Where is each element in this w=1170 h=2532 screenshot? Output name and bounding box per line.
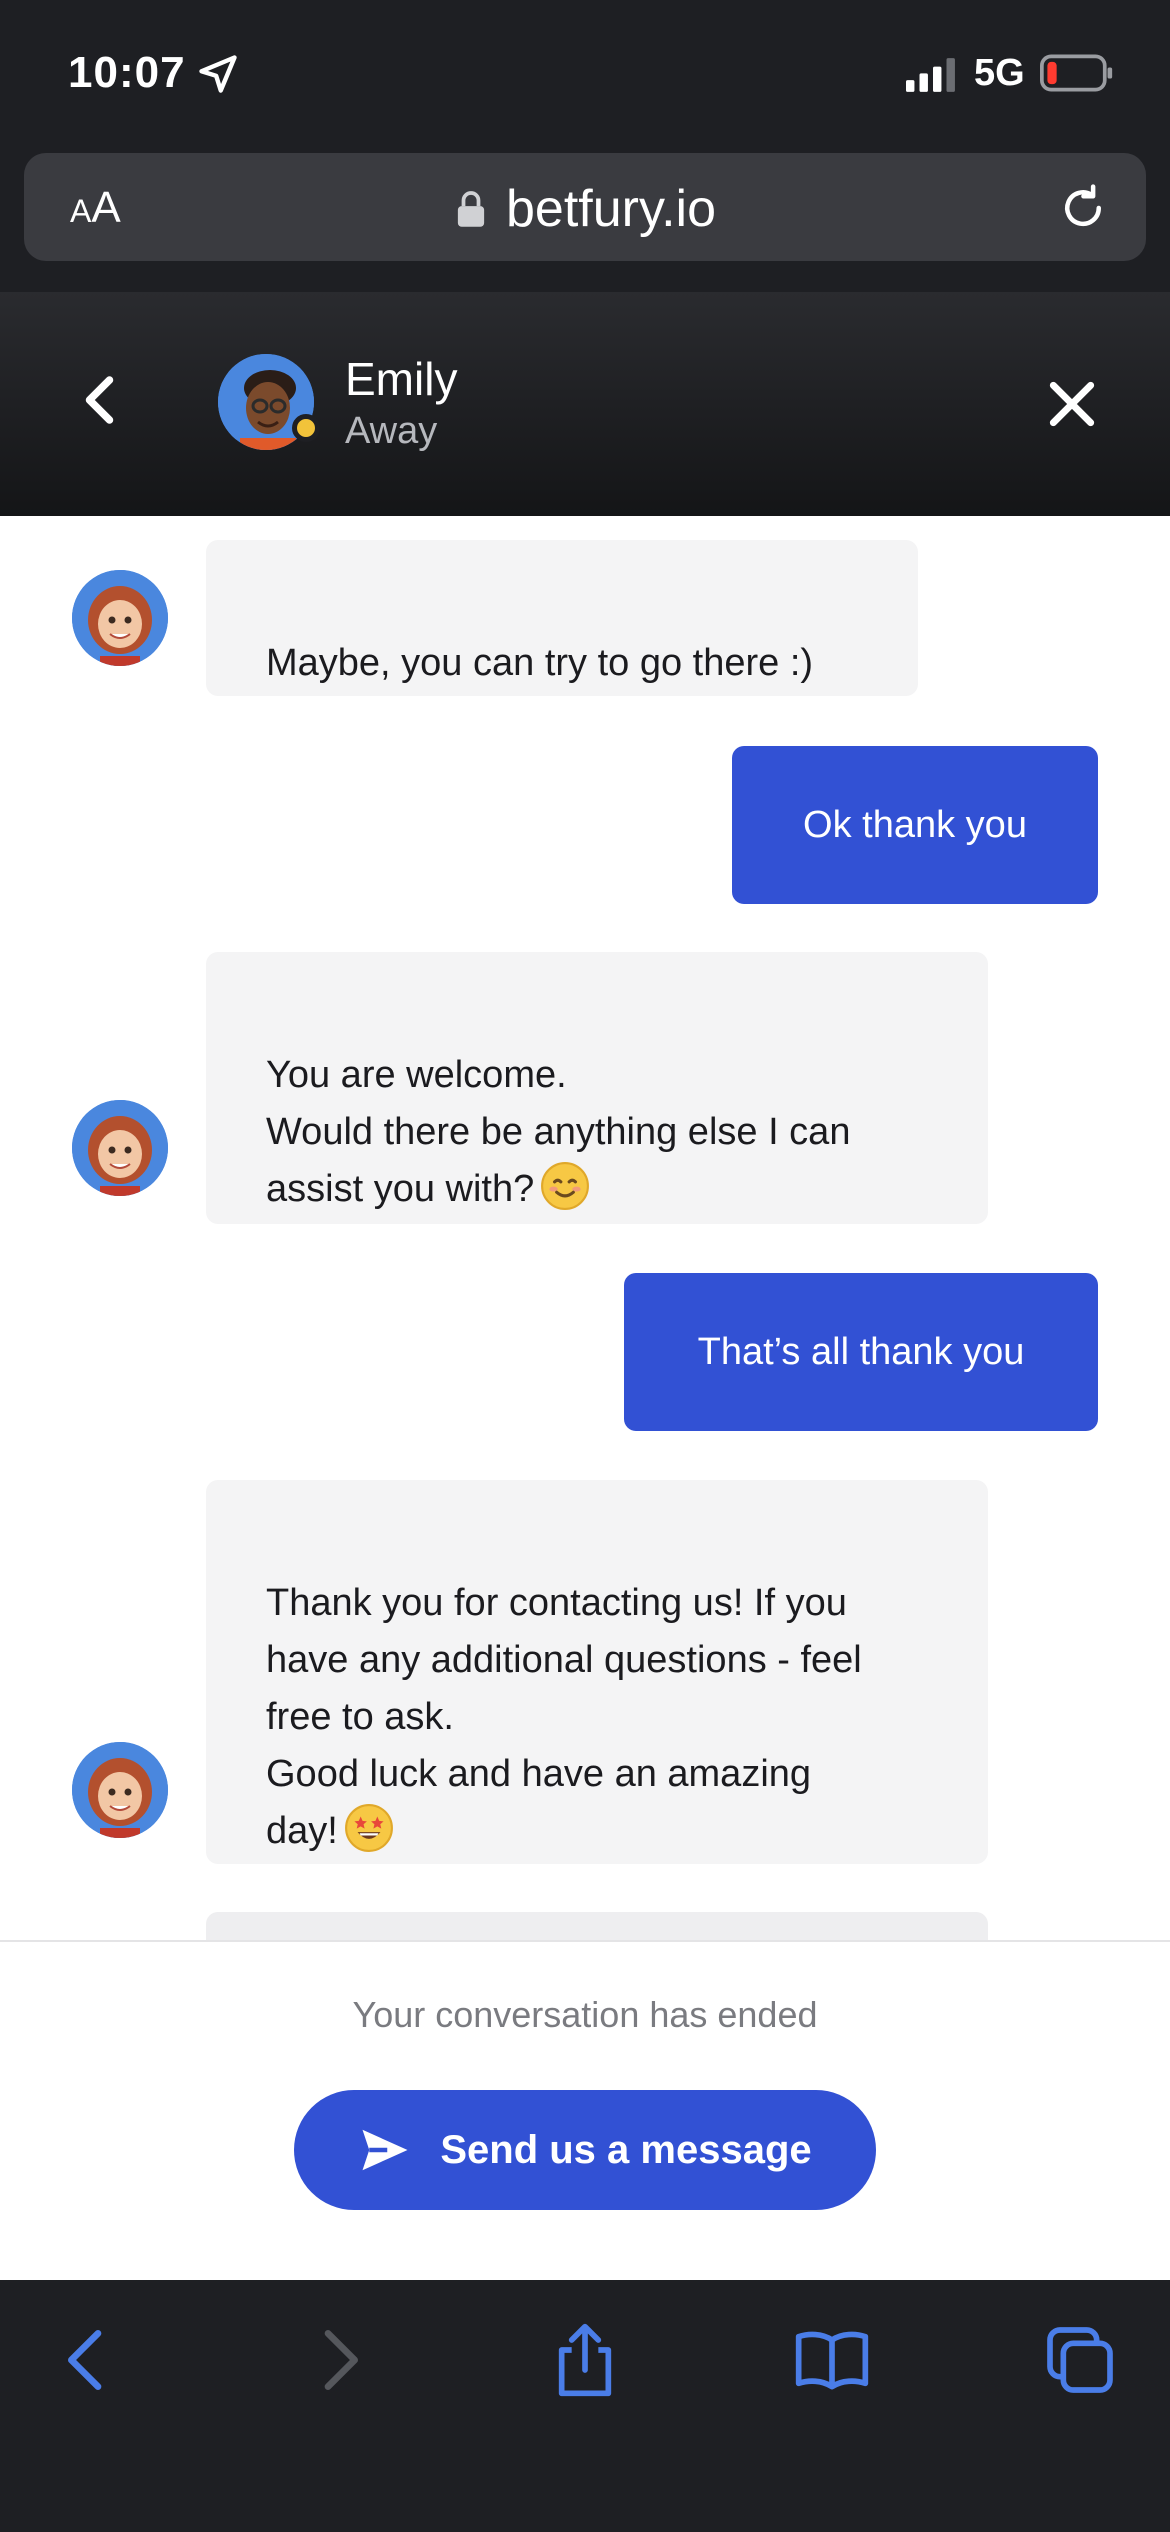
user-message-bubble: Ok thank you (732, 746, 1098, 904)
chat-header: Emily Away (0, 292, 1170, 516)
message-text: Maybe, you can try to go there :) (266, 642, 814, 684)
share-icon[interactable] (545, 2320, 625, 2400)
forward-arrow-icon[interactable] (298, 2320, 378, 2400)
send-message-label: Send us a message (440, 2127, 812, 2172)
agent-message-bubble: Maybe, you can try to go there :) (206, 540, 918, 696)
back-arrow-icon[interactable] (48, 2320, 128, 2400)
send-icon (362, 2129, 408, 2171)
url-domain[interactable]: betfury.io (506, 179, 716, 239)
user-message-bubble: That’s all thank you (624, 1273, 1098, 1431)
agent-status: Away (345, 410, 438, 452)
agent-memoji-icon (72, 570, 168, 666)
status-time: 10:07 (68, 48, 186, 97)
away-status-dot (292, 414, 320, 442)
agent-message-avatar (72, 1100, 168, 1196)
smiling-face-icon (541, 1162, 590, 1210)
reload-icon[interactable] (1056, 181, 1110, 235)
home-indicator (378, 2218, 794, 2232)
close-icon[interactable] (1040, 372, 1104, 436)
network-type: 5G (974, 52, 1025, 94)
agent-message-avatar (72, 570, 168, 666)
tabs-icon[interactable] (1040, 2320, 1120, 2400)
agent-memoji-icon (72, 1742, 168, 1838)
partial-message-bubble (206, 1912, 988, 1940)
agent-message-bubble: You are welcome. Would there be anything… (206, 952, 988, 1224)
battery-low-icon (1040, 54, 1113, 92)
send-message-button[interactable]: Send us a message (294, 2090, 876, 2210)
star-struck-icon (344, 1804, 393, 1852)
cellular-signal-icon (906, 58, 955, 92)
message-text: That’s all thank you (697, 1330, 1025, 1373)
message-list[interactable]: Maybe, you can try to go there :) Ok tha… (0, 516, 1170, 1940)
agent-name: Emily (345, 353, 458, 405)
agent-memoji-icon (72, 1100, 168, 1196)
lock-icon (457, 191, 485, 227)
status-bar: 10:07 5G (0, 0, 1170, 150)
browser-toolbar (0, 2218, 1170, 2532)
text-size-button[interactable]: AA (70, 183, 121, 233)
conversation-ended-text: Your conversation has ended (352, 1994, 818, 2035)
agent-message-avatar (72, 1742, 168, 1838)
address-bar[interactable]: AA betfury.io (24, 153, 1146, 261)
message-text: Ok thank you (803, 803, 1027, 846)
bookmarks-icon[interactable] (792, 2320, 872, 2400)
agent-message-bubble: Thank you for contacting us! If you have… (206, 1480, 988, 1864)
browser-address-area: AA betfury.io (0, 150, 1170, 292)
chevron-left-icon[interactable] (72, 370, 132, 430)
location-arrow-icon (199, 55, 237, 93)
